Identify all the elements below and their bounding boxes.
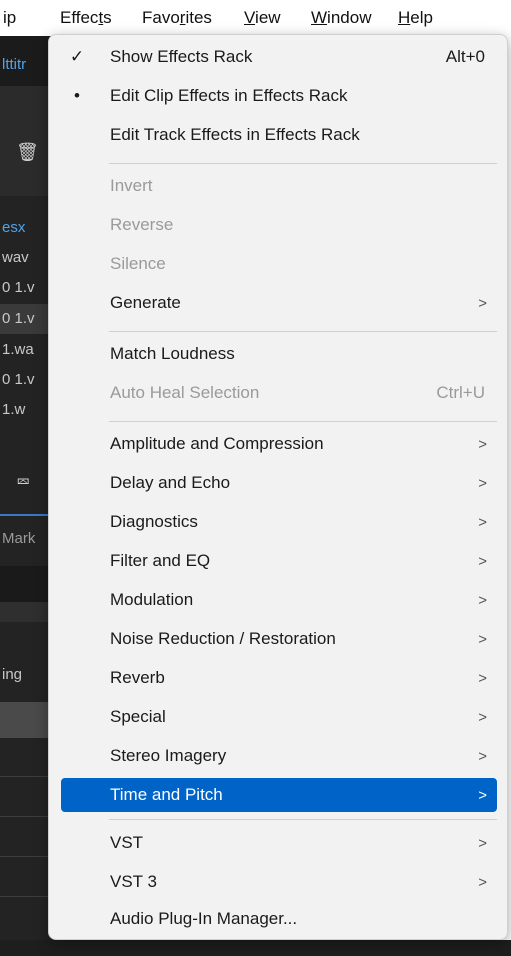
menu-item-audio-plugin-manager[interactable]: Audio Plug-In Manager... [61, 901, 497, 937]
file-list-fragment[interactable]: wav [2, 249, 29, 266]
menu-item-diagnostics[interactable]: Diagnostics > [61, 504, 497, 540]
menu-item-silence: Silence [110, 254, 166, 273]
settings-fragment[interactable]: ing [2, 666, 22, 683]
menu-separator [109, 421, 497, 422]
effects-menu-dropdown: ✓ Show Effects Rack Alt+0 • Edit Clip Ef… [48, 34, 508, 940]
menu-item-auto-heal-selection: Auto Heal Selection Ctrl+U [110, 383, 485, 402]
menu-window[interactable]: Window [311, 8, 371, 28]
file-list-fragment[interactable]: 0 1.v [2, 279, 35, 296]
file-list-fragment[interactable]: 0 1.v [2, 310, 35, 327]
menu-item-generate[interactable]: Generate > [61, 285, 497, 321]
bullet-icon: • [74, 86, 80, 105]
markers-tab-fragment[interactable]: Mark [2, 530, 35, 547]
menu-item-amplitude-and-compression[interactable]: Amplitude and Compression > [61, 426, 497, 462]
chevron-right-icon: > [478, 552, 487, 570]
menu-view[interactable]: View [244, 8, 281, 28]
chevron-right-icon: > [478, 630, 487, 648]
export-icon[interactable]: ⮹ [16, 472, 30, 493]
menu-item-time-and-pitch[interactable]: Time and Pitch > [61, 778, 497, 812]
menu-separator [109, 331, 497, 332]
menu-bar: ip Effects Favorites View Window Help [0, 0, 511, 36]
menu-item-noise-reduction-restoration[interactable]: Noise Reduction / Restoration > [61, 621, 497, 657]
menu-help[interactable]: Help [398, 8, 433, 28]
menu-effects[interactable]: Effects [60, 8, 112, 28]
menu-separator [109, 163, 497, 164]
file-list-fragment[interactable]: 1.w [2, 401, 25, 418]
timeline-strip [0, 940, 511, 956]
menu-favorites[interactable]: Favorites [142, 8, 212, 28]
menu-item-stereo-imagery[interactable]: Stereo Imagery > [61, 738, 497, 774]
chevron-right-icon: > [478, 747, 487, 765]
menu-item-edit-track-effects[interactable]: Edit Track Effects in Effects Rack [61, 117, 497, 153]
chevron-right-icon: > [478, 435, 487, 453]
menu-item-vst3[interactable]: VST 3 > [61, 864, 497, 900]
file-tab-fragment[interactable]: lttitr [2, 56, 26, 73]
chevron-right-icon: > [478, 474, 487, 492]
chevron-right-icon: > [478, 513, 487, 531]
chevron-right-icon: > [478, 873, 487, 891]
file-list-fragment[interactable]: esx [2, 219, 25, 236]
menu-item-delay-and-echo[interactable]: Delay and Echo > [61, 465, 497, 501]
file-list-fragment[interactable]: 1.wa [2, 341, 34, 358]
menu-item-reverse: Reverse [110, 215, 174, 234]
menu-item-match-loudness[interactable]: Match Loudness [61, 336, 497, 372]
shortcut-label: Ctrl+U [436, 383, 485, 402]
trash-icon[interactable]: 🗑 [16, 142, 39, 163]
menu-item-edit-clip-effects[interactable]: • Edit Clip Effects in Effects Rack [61, 78, 497, 114]
menu-item-special[interactable]: Special > [61, 699, 497, 735]
chevron-right-icon: > [478, 786, 487, 804]
checkmark-icon: ✓ [69, 47, 85, 66]
chevron-right-icon: > [478, 708, 487, 726]
menu-item-modulation[interactable]: Modulation > [61, 582, 497, 618]
menu-item-vst[interactable]: VST > [61, 825, 497, 861]
menu-item-invert: Invert [110, 176, 153, 195]
chevron-right-icon: > [478, 834, 487, 852]
chevron-right-icon: > [478, 669, 487, 687]
file-list-fragment[interactable]: 0 1.v [2, 371, 35, 388]
chevron-right-icon: > [478, 294, 487, 312]
shortcut-label: Alt+0 [445, 47, 485, 66]
menu-item-show-effects-rack[interactable]: ✓ Show Effects Rack Alt+0 [61, 39, 497, 75]
menu-item-reverb[interactable]: Reverb > [61, 660, 497, 696]
chevron-right-icon: > [478, 591, 487, 609]
menu-item-filter-and-eq[interactable]: Filter and EQ > [61, 543, 497, 579]
menu-separator [109, 819, 497, 820]
menu-clip-partial[interactable]: ip [3, 8, 16, 28]
